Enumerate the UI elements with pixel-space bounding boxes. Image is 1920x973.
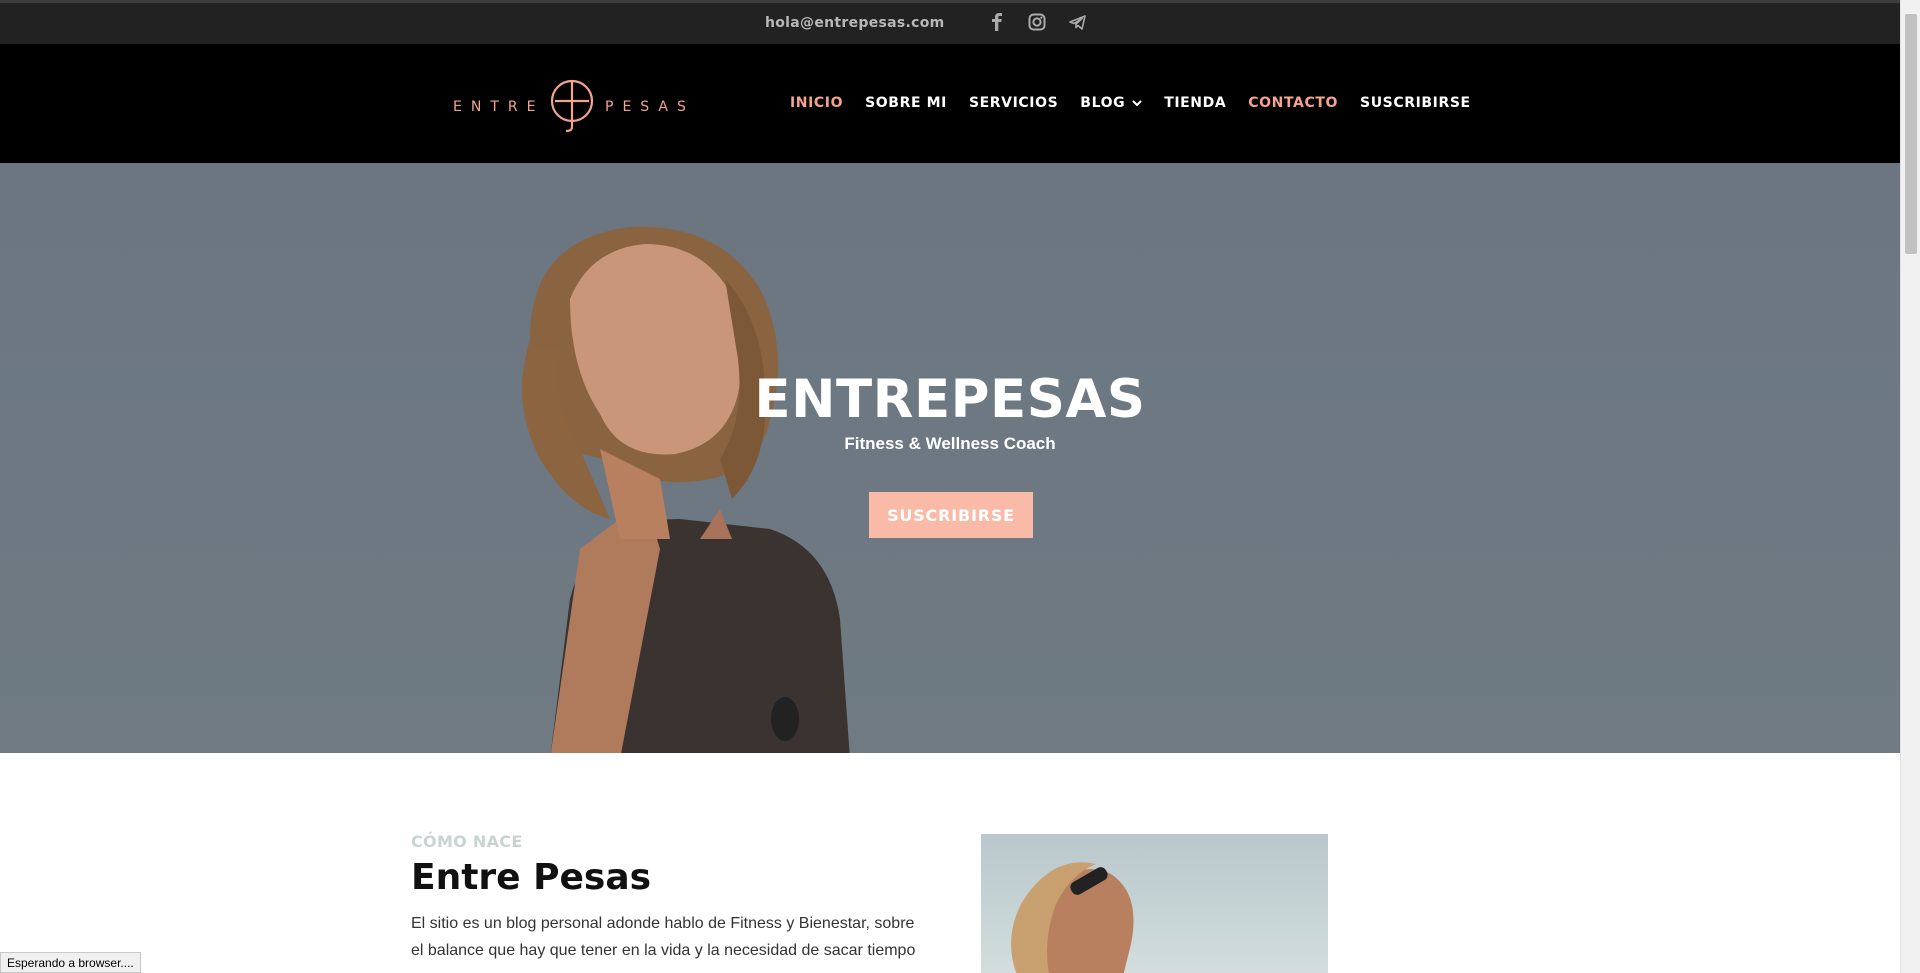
nav-item-blog[interactable]: BLOG [1080, 95, 1142, 111]
contact-email-link[interactable]: hola@entrepesas.com [765, 15, 945, 31]
nav-item-tienda[interactable]: TIENDA [1164, 95, 1226, 111]
hero-subtitle: Fitness & Wellness Coach [844, 434, 1056, 453]
instagram-icon[interactable] [1027, 12, 1047, 32]
nav-item-suscribirse[interactable]: SUSCRIBIRSE [1360, 95, 1471, 111]
main-header: ENTRE PESAS INICIO SOBRE MI SERVICIOS BL… [0, 44, 1900, 163]
scrollbar-thumb[interactable] [1905, 14, 1917, 254]
intro-body: El sitio es un blog personal adonde habl… [411, 915, 916, 973]
logo-text-right: PESAS [605, 99, 689, 115]
nav-item-servicios[interactable]: SERVICIOS [969, 95, 1058, 111]
subscribe-button[interactable]: SUSCRIBIRSE [869, 492, 1033, 538]
entrepesas-logo[interactable]: ENTRE PESAS [453, 77, 689, 133]
top-bar: hola@entrepesas.com [0, 0, 1900, 44]
hero-woman-photo [522, 226, 850, 753]
nav-item-sobre-mi[interactable]: SOBRE MI [865, 95, 947, 111]
logo-text-left: ENTRE [453, 99, 544, 115]
intro-heading: Entre Pesas [411, 857, 652, 898]
intro-section: CÓMO NACE Entre Pesas El sitio es un blo… [411, 832, 931, 973]
browser-status-bar: Esperando a browser.... [0, 952, 141, 973]
nav-item-inicio[interactable]: INICIO [790, 95, 843, 111]
intro-eyebrow: CÓMO NACE [411, 832, 523, 851]
chevron-down-icon [1132, 95, 1142, 111]
main-nav: INICIO SOBRE MI SERVICIOS BLOG TIENDA CO… [790, 95, 1493, 111]
nav-item-contacto[interactable]: CONTACTO [1248, 95, 1338, 111]
hero-section: ENTREPESAS Fitness & Wellness Coach SUSC… [0, 163, 1900, 753]
hero-title: ENTREPESAS [754, 369, 1146, 430]
nav-item-blog-label: BLOG [1080, 95, 1126, 111]
intro-photo [981, 834, 1338, 973]
facebook-icon[interactable] [987, 12, 1007, 32]
telegram-icon[interactable] [1067, 12, 1087, 32]
page-scrollbar[interactable] [1900, 0, 1920, 973]
